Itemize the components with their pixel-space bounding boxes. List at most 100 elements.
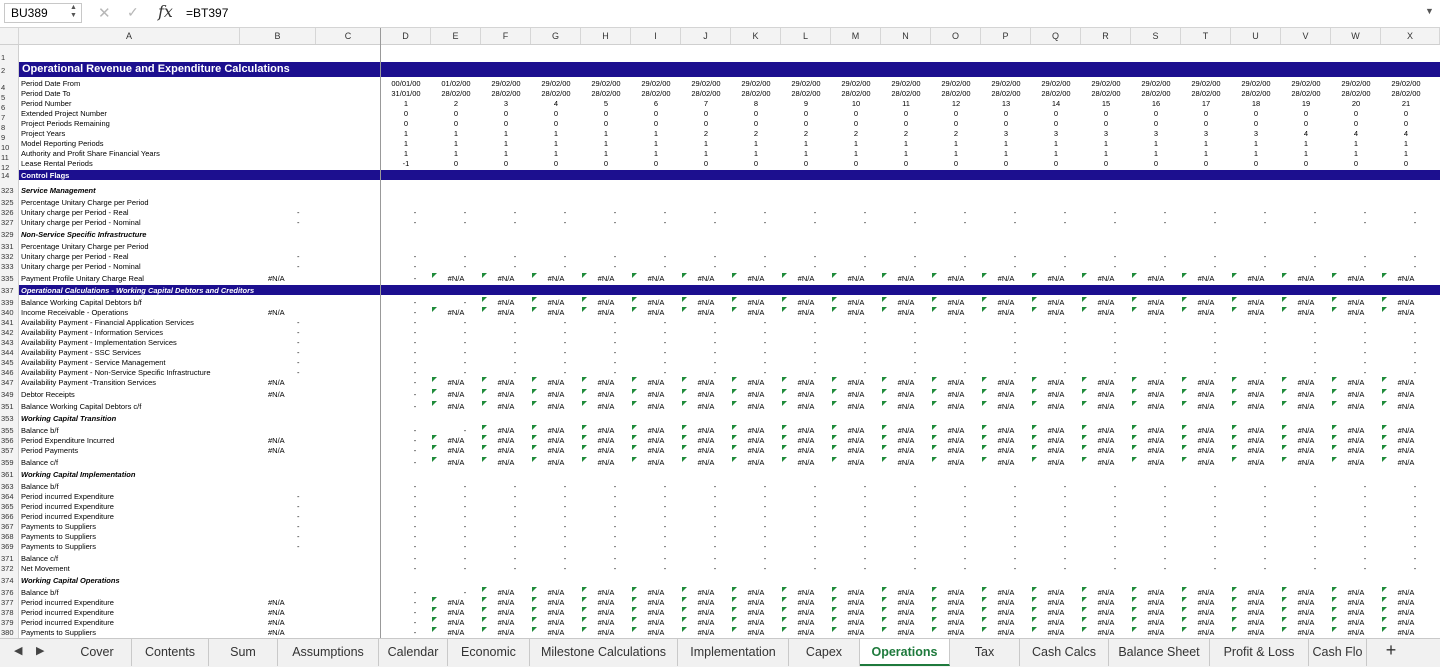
sheet-tab-profit-loss[interactable]: Profit & Loss (1210, 639, 1309, 666)
row-header[interactable]: 378 (0, 608, 19, 617)
column-header-c[interactable]: C (316, 28, 381, 44)
row-header[interactable]: 339 (0, 298, 19, 307)
row-header[interactable]: 356 (0, 436, 19, 445)
row-header[interactable]: 1 (0, 53, 19, 62)
row-header[interactable]: 337 (0, 286, 19, 295)
row-header[interactable]: 351 (0, 402, 19, 411)
column-header-t[interactable]: T (1181, 28, 1231, 44)
row-header[interactable]: 364 (0, 492, 19, 501)
column-header-v[interactable]: V (1281, 28, 1331, 44)
column-header-s[interactable]: S (1131, 28, 1181, 44)
row-header[interactable]: 365 (0, 502, 19, 511)
row-header[interactable]: 2 (0, 66, 19, 75)
row-header[interactable]: 5 (0, 93, 19, 102)
column-header-u[interactable]: U (1231, 28, 1281, 44)
row-header[interactable]: 344 (0, 348, 19, 357)
row-header[interactable]: 377 (0, 598, 19, 607)
row-header[interactable]: 7 (0, 113, 19, 122)
sheet-tab-assumptions[interactable]: Assumptions (278, 639, 379, 666)
row-header[interactable]: 8 (0, 123, 19, 132)
column-header-h[interactable]: H (581, 28, 631, 44)
name-box-stepper-icon[interactable]: ▲ ▼ (70, 4, 77, 20)
row-header[interactable]: 372 (0, 564, 19, 573)
confirm-icon[interactable]: ✓ (127, 4, 139, 21)
column-header-j[interactable]: J (681, 28, 731, 44)
column-header-w[interactable]: W (1331, 28, 1381, 44)
row-header[interactable]: 349 (0, 390, 19, 399)
row-header[interactable]: 374 (0, 576, 19, 585)
row-header[interactable]: 327 (0, 218, 19, 227)
next-sheet-icon[interactable]: ▶ (36, 644, 44, 657)
row-header[interactable]: 367 (0, 522, 19, 531)
column-header-l[interactable]: L (781, 28, 831, 44)
column-header-g[interactable]: G (531, 28, 581, 44)
prev-sheet-icon[interactable]: ◀ (14, 644, 22, 657)
sheet-tab-cover[interactable]: Cover (63, 639, 132, 666)
column-header-p[interactable]: P (981, 28, 1031, 44)
row-header[interactable]: 341 (0, 318, 19, 327)
row-header[interactable]: 366 (0, 512, 19, 521)
row-header[interactable]: 371 (0, 554, 19, 563)
sheet-tab-cash-calcs[interactable]: Cash Calcs (1020, 639, 1109, 666)
row-header[interactable]: 323 (0, 186, 19, 195)
row-header[interactable]: 379 (0, 618, 19, 627)
row-header[interactable]: 335 (0, 274, 19, 283)
column-header-d[interactable]: D (381, 28, 431, 44)
sheet-tab-contents[interactable]: Contents (132, 639, 209, 666)
column-header-a[interactable]: A (19, 28, 240, 44)
row-header[interactable]: 368 (0, 532, 19, 541)
sheet-tab-cash-flo[interactable]: Cash Flo (1309, 639, 1367, 666)
row-header[interactable]: 346 (0, 368, 19, 377)
row-header[interactable]: 340 (0, 308, 19, 317)
row-header[interactable]: 353 (0, 414, 19, 423)
column-header-k[interactable]: K (731, 28, 781, 44)
row-header[interactable]: 361 (0, 470, 19, 479)
row-header[interactable]: 345 (0, 358, 19, 367)
sheet-tab-operations[interactable]: Operations (860, 639, 950, 666)
column-header-n[interactable]: N (881, 28, 931, 44)
row-header[interactable]: 359 (0, 458, 19, 467)
column-header-i[interactable]: I (631, 28, 681, 44)
row-header[interactable]: 333 (0, 262, 19, 271)
column-header-q[interactable]: Q (1031, 28, 1081, 44)
sheet-tab-sum[interactable]: Sum (209, 639, 278, 666)
column-header-f[interactable]: F (481, 28, 531, 44)
row-header[interactable]: 380 (0, 628, 19, 637)
sheet-tab-capex[interactable]: Capex (789, 639, 860, 666)
column-header-r[interactable]: R (1081, 28, 1131, 44)
row-header[interactable]: 10 (0, 143, 19, 152)
add-sheet-icon[interactable]: + (1380, 640, 1402, 661)
formula-input[interactable]: =BT397 (186, 6, 228, 20)
row-header[interactable]: 342 (0, 328, 19, 337)
row-header[interactable]: 357 (0, 446, 19, 455)
sheet-tab-tax[interactable]: Tax (950, 639, 1020, 666)
sheet-tab-milestone-calculations[interactable]: Milestone Calculations (530, 639, 678, 666)
select-all-corner[interactable] (0, 28, 19, 44)
sheet-tab-implementation[interactable]: Implementation (678, 639, 789, 666)
row-header[interactable]: 4 (0, 83, 19, 92)
row-header[interactable]: 331 (0, 242, 19, 251)
column-header-m[interactable]: M (831, 28, 881, 44)
row-header[interactable]: 343 (0, 338, 19, 347)
sheet-tab-calendar[interactable]: Calendar (379, 639, 448, 666)
row-header[interactable]: 363 (0, 482, 19, 491)
row-header[interactable]: 347 (0, 378, 19, 387)
row-header[interactable]: 6 (0, 103, 19, 112)
row-header[interactable]: 329 (0, 230, 19, 239)
expand-formula-bar-icon[interactable]: ▼ (1425, 6, 1434, 16)
row-header[interactable]: 326 (0, 208, 19, 217)
row-header[interactable]: 9 (0, 133, 19, 142)
cancel-icon[interactable]: ✕ (98, 4, 111, 22)
sheet-tab-economic[interactable]: Economic (448, 639, 530, 666)
row-header[interactable]: 369 (0, 542, 19, 551)
row-header[interactable]: 14 (0, 171, 19, 180)
column-header-x[interactable]: X (1381, 28, 1440, 44)
column-header-b[interactable]: B (240, 28, 316, 44)
sheet-tab-balance-sheet[interactable]: Balance Sheet (1109, 639, 1210, 666)
function-icon[interactable]: fx (158, 2, 173, 21)
row-header[interactable]: 355 (0, 426, 19, 435)
column-header-o[interactable]: O (931, 28, 981, 44)
row-header[interactable]: 325 (0, 198, 19, 207)
row-header[interactable]: 332 (0, 252, 19, 261)
row-header[interactable]: 376 (0, 588, 19, 597)
